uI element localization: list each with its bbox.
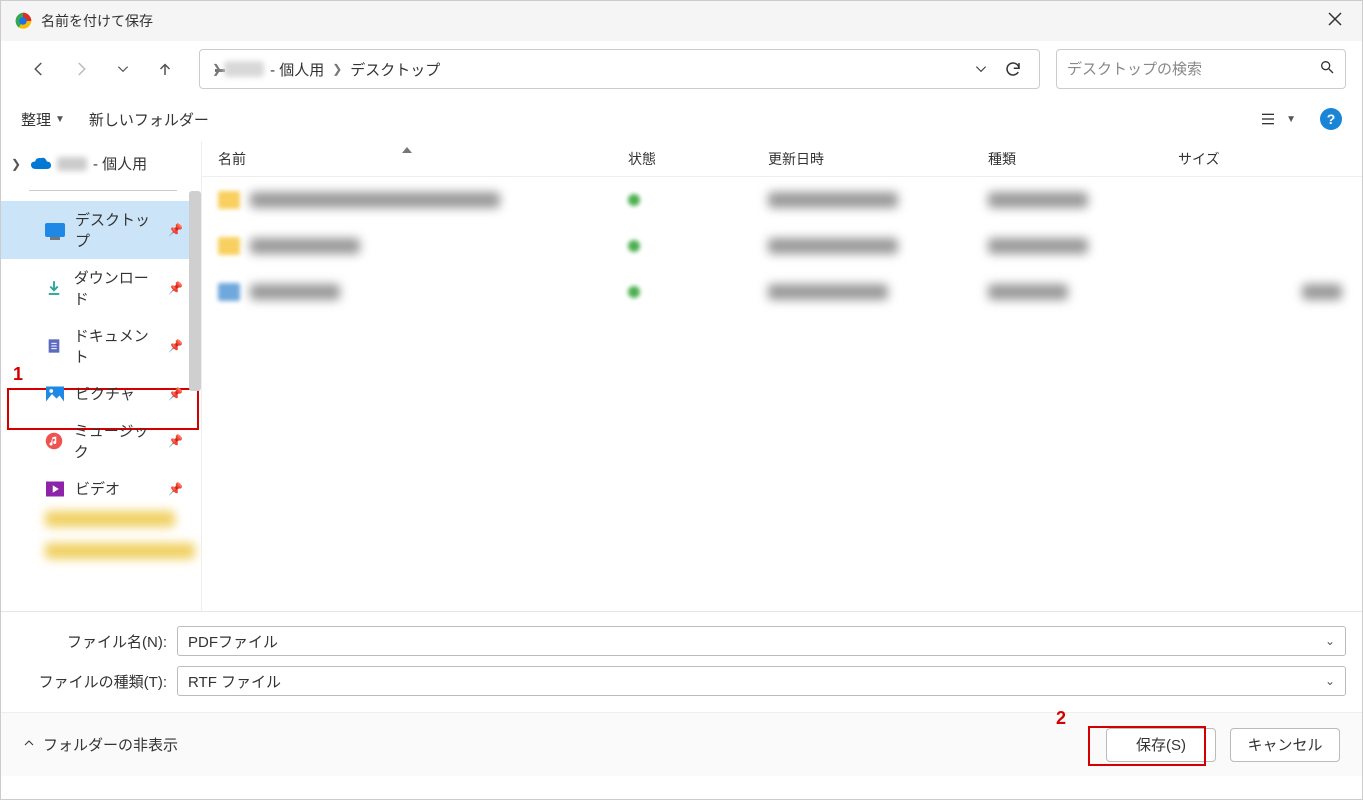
folder-icon	[218, 191, 240, 209]
cancel-button[interactable]: キャンセル	[1230, 728, 1340, 762]
sidebar-videos-label: ビデオ	[75, 478, 120, 499]
filename-row: ファイル名(N): PDFファイル ⌄	[17, 626, 1346, 656]
status-synced-icon	[628, 240, 640, 252]
caret-down-icon: ▼	[1286, 114, 1296, 125]
filename-combobox[interactable]: PDFファイル ⌄	[177, 626, 1346, 656]
sidebar-downloads-label: ダウンロード	[74, 267, 158, 309]
save-label: 保存(S)	[1136, 734, 1186, 755]
refresh-button[interactable]	[997, 53, 1029, 85]
status-synced-icon	[628, 286, 640, 298]
organize-label: 整理	[21, 109, 51, 130]
back-button[interactable]	[21, 51, 57, 87]
organize-button[interactable]: 整理 ▼	[21, 109, 65, 130]
window-title: 名前を付けて保存	[41, 11, 153, 31]
filetype-row: ファイルの種類(T): RTF ファイル ⌄	[17, 666, 1346, 696]
sidebar-item-onedrive[interactable]: ❯ - 個人用	[1, 147, 201, 180]
sidebar-desktop-label: デスクトップ	[75, 209, 158, 251]
up-button[interactable]	[147, 51, 183, 87]
onedrive-user-blurred	[57, 157, 87, 171]
sidebar-music-label: ミュージック	[74, 420, 158, 462]
file-icon	[218, 283, 240, 301]
forward-button[interactable]	[63, 51, 99, 87]
column-header-row: 名前 状態 更新日時 種類 サイズ	[202, 141, 1362, 177]
chevron-right-icon: ❯	[330, 62, 344, 76]
divider	[29, 190, 177, 191]
chevron-down-icon[interactable]: ⌄	[1325, 674, 1335, 688]
app-icon	[13, 11, 33, 31]
toolbar: 整理 ▼ 新しいフォルダー ▼ ?	[1, 97, 1362, 141]
folder-icon	[218, 237, 240, 255]
cloud-icon	[31, 156, 51, 172]
address-bar[interactable]: ❯ - 個人用 ❯ デスクトップ	[199, 49, 1040, 89]
file-row[interactable]	[202, 223, 1362, 269]
sidebar-item-documents[interactable]: ドキュメント 📌	[1, 317, 201, 375]
column-size[interactable]: サイズ	[1162, 149, 1362, 169]
caret-down-icon: ▼	[55, 114, 65, 125]
pin-icon[interactable]: 📌	[168, 281, 183, 295]
column-name[interactable]: 名前	[202, 149, 612, 169]
status-synced-icon	[628, 194, 640, 206]
address-dropdown-button[interactable]	[965, 53, 997, 85]
search-box[interactable]	[1056, 49, 1346, 89]
sidebar-pictures-label: ピクチャ	[75, 383, 135, 404]
pin-icon[interactable]: 📌	[168, 223, 183, 237]
sidebar-item-videos[interactable]: ビデオ 📌	[1, 470, 201, 507]
filename-label: ファイル名(N):	[17, 631, 177, 652]
pin-icon[interactable]: 📌	[168, 387, 183, 401]
music-icon	[45, 432, 64, 450]
download-icon	[45, 279, 64, 297]
annotation-2: 2	[1056, 708, 1066, 729]
sidebar-item-pictures[interactable]: ピクチャ 📌	[1, 375, 201, 412]
sidebar-item-music[interactable]: ミュージック 📌	[1, 412, 201, 470]
chevron-down-icon[interactable]: ⌄	[1325, 634, 1335, 648]
document-icon	[45, 337, 64, 355]
column-state[interactable]: 状態	[612, 149, 752, 169]
nav-row: ❯ - 個人用 ❯ デスクトップ	[1, 41, 1362, 97]
pin-icon[interactable]: 📌	[168, 339, 183, 353]
sidebar-item-desktop[interactable]: デスクトップ 📌	[1, 201, 201, 259]
titlebar: 名前を付けて保存	[1, 1, 1362, 41]
sidebar-documents-label: ドキュメント	[74, 325, 158, 367]
recent-button[interactable]	[105, 51, 141, 87]
new-folder-button[interactable]: 新しいフォルダー	[89, 109, 209, 130]
desktop-icon	[45, 221, 65, 239]
search-input[interactable]	[1067, 61, 1319, 78]
help-button[interactable]: ?	[1320, 108, 1342, 130]
chevron-up-icon	[23, 736, 35, 753]
pin-icon[interactable]: 📌	[168, 482, 183, 496]
body-area: 1 ❯ - 個人用 デスクトップ 📌 ダウンロード 📌 ドキュメント 📌 ピク	[1, 141, 1362, 611]
new-folder-label: 新しいフォルダー	[89, 109, 209, 130]
bottom-fields: ファイル名(N): PDFファイル ⌄ ファイルの種類(T): RTF ファイル…	[1, 611, 1362, 712]
breadcrumb-user-blurred	[224, 61, 264, 77]
chevron-right-icon[interactable]: ❯	[11, 157, 25, 171]
pin-icon[interactable]: 📌	[168, 434, 183, 448]
breadcrumb-personal[interactable]: - 個人用	[264, 59, 330, 80]
cancel-label: キャンセル	[1247, 734, 1322, 755]
sidebar: ❯ - 個人用 デスクトップ 📌 ダウンロード 📌 ドキュメント 📌 ピクチャ …	[1, 141, 201, 611]
search-icon[interactable]	[1319, 59, 1335, 80]
file-row[interactable]	[202, 177, 1362, 223]
close-icon[interactable]	[1320, 8, 1350, 35]
footer: フォルダーの非表示 2 保存(S) キャンセル	[1, 712, 1362, 776]
save-button[interactable]: 保存(S)	[1106, 728, 1216, 762]
scrollbar[interactable]	[189, 191, 201, 391]
view-options-button[interactable]: ▼	[1258, 111, 1296, 127]
filetype-value: RTF ファイル	[188, 671, 1325, 692]
hide-folders-button[interactable]: フォルダーの非表示	[23, 734, 178, 755]
column-type[interactable]: 種類	[972, 149, 1162, 169]
pictures-icon	[45, 385, 65, 403]
hide-folders-label: フォルダーの非表示	[43, 734, 178, 755]
sidebar-item-blurred[interactable]	[45, 543, 185, 571]
filename-value: PDFファイル	[188, 631, 1325, 652]
filetype-combobox[interactable]: RTF ファイル ⌄	[177, 666, 1346, 696]
filetype-label: ファイルの種類(T):	[17, 671, 177, 692]
sidebar-item-blurred[interactable]	[45, 511, 185, 539]
video-icon	[45, 480, 65, 498]
file-pane: 名前 状態 更新日時 種類 サイズ	[201, 141, 1362, 611]
sidebar-onedrive-label: - 個人用	[93, 153, 147, 174]
column-date[interactable]: 更新日時	[752, 149, 972, 169]
breadcrumb-desktop[interactable]: デスクトップ	[344, 59, 446, 80]
sidebar-item-downloads[interactable]: ダウンロード 📌	[1, 259, 201, 317]
file-row[interactable]	[202, 269, 1362, 315]
